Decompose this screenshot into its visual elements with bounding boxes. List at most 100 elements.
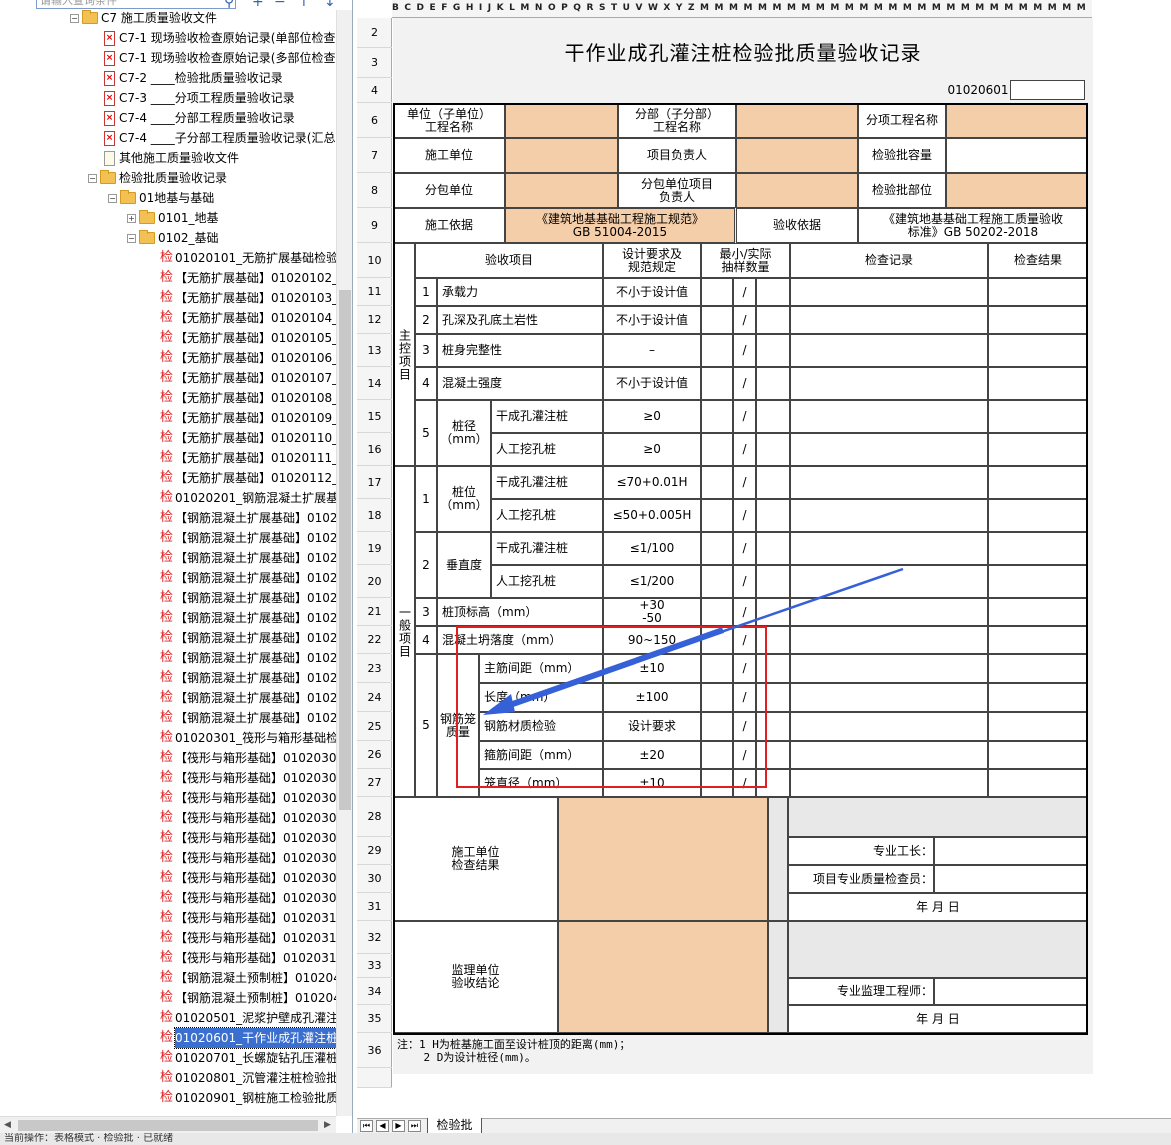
- sub-pm-input[interactable]: [736, 173, 858, 208]
- item-name-input[interactable]: [946, 103, 1088, 138]
- tree-node[interactable]: 检【筏形与箱形基础】01020308: [160, 868, 344, 888]
- tree-node[interactable]: 检【筏形与箱形基础】01020310: [160, 908, 344, 928]
- tree-node[interactable]: 检【钢筋混凝土预制桩】010204: [160, 968, 341, 988]
- tree-node[interactable]: 检【钢筋混凝土扩展基础】0102: [160, 648, 338, 668]
- location-input[interactable]: [946, 173, 1088, 208]
- row-number[interactable]: 23: [357, 654, 392, 683]
- tree-node[interactable]: 检【钢筋混凝土扩展基础】0102: [160, 708, 338, 728]
- tree-node[interactable]: × C7-1 现场验收检查原始记录(多部位检查: [104, 48, 335, 68]
- tree-node[interactable]: − 检验批质量验收记录: [88, 168, 227, 188]
- basis-value[interactable]: 《建筑地基基础工程施工规范》 GB 51004-2015: [505, 208, 735, 243]
- collapse-icon[interactable]: −: [70, 13, 79, 23]
- tree-node[interactable]: 检【筏形与箱形基础】01020304: [160, 788, 344, 808]
- tree-node[interactable]: 检【筏形与箱形基础】01020302: [160, 748, 344, 768]
- row-number[interactable]: 19: [357, 532, 392, 565]
- tree-node[interactable]: 检【钢筋混凝土扩展基础】0102: [160, 588, 338, 608]
- row-number[interactable]: 22: [357, 626, 392, 654]
- tree-node[interactable]: 检 01020901_钢桩施工检验批质量: [160, 1088, 350, 1108]
- row-number[interactable]: 15: [357, 400, 392, 433]
- tree-node[interactable]: 检【无筋扩展基础】01020110_ž: [160, 428, 344, 448]
- tree-node[interactable]: 其他施工质量验收文件: [104, 148, 239, 168]
- tree-node[interactable]: − C7 施工质量验收文件: [70, 8, 217, 28]
- tree-node[interactable]: 检 01020801_沉管灌注桩检验批: [160, 1068, 338, 1088]
- row-number[interactable]: 7: [357, 138, 392, 173]
- tree-node[interactable]: 检【无筋扩展基础】01020107_无: [160, 368, 350, 388]
- move-up-icon[interactable]: ↑: [298, 0, 310, 9]
- row-number[interactable]: 17: [357, 466, 392, 499]
- tree-node[interactable]: − 01地基与基础: [108, 188, 214, 208]
- row-number[interactable]: 27: [357, 769, 392, 797]
- construction-result-input[interactable]: [558, 797, 768, 921]
- row-number[interactable]: 16: [357, 433, 392, 466]
- scroll-right-icon[interactable]: ▶: [324, 1120, 331, 1130]
- tree-node[interactable]: 检【无筋扩展基础】01020105_足: [160, 328, 350, 348]
- minus-icon[interactable]: −: [274, 0, 286, 9]
- tree-node[interactable]: 检【钢筋混凝土扩展基础】0102: [160, 608, 338, 628]
- move-down-icon[interactable]: ↓: [324, 0, 336, 9]
- tree-node[interactable]: 检【钢筋混凝土扩展基础】0102: [160, 688, 338, 708]
- tree-node[interactable]: 检【无筋扩展基础】01020106_杜: [160, 348, 350, 368]
- tree-node[interactable]: × C7-3 ____分项工程质量验收记录: [104, 88, 295, 108]
- tree-node[interactable]: 检【钢筋混凝土扩展基础】0102: [160, 548, 338, 568]
- tree-node[interactable]: 检【筏形与箱形基础】01020309: [160, 888, 344, 908]
- tree-node[interactable]: 检【无筋扩展基础】01020112_ž: [160, 468, 344, 488]
- tree-node[interactable]: 检【筏形与箱形基础】01020306: [160, 828, 344, 848]
- row-number[interactable]: [357, 1068, 392, 1088]
- row-number[interactable]: 29: [357, 837, 392, 865]
- tree-node[interactable]: 检【钢筋混凝土扩展基础】0102: [160, 668, 338, 688]
- tree-node[interactable]: 检【钢筋混凝土扩展基础】0102: [160, 628, 338, 648]
- row-number[interactable]: 4: [357, 78, 392, 103]
- tree-node[interactable]: 检【钢筋混凝土扩展基础】0102: [160, 568, 338, 588]
- first-sheet-icon[interactable]: ⏮: [360, 1120, 373, 1132]
- expand-icon[interactable]: +: [127, 213, 136, 223]
- pm-input[interactable]: [736, 138, 858, 173]
- tree-node[interactable]: 检 01020101_无筋扩展基础检验批: [160, 248, 350, 268]
- row-number[interactable]: 32: [357, 921, 392, 954]
- row-number[interactable]: 24: [357, 683, 392, 712]
- row-number[interactable]: 28: [357, 797, 392, 837]
- row-number[interactable]: 6: [357, 103, 392, 138]
- collapse-icon[interactable]: −: [127, 233, 136, 243]
- add-icon[interactable]: +: [252, 0, 264, 9]
- tree-node[interactable]: +0101_地基: [127, 208, 219, 228]
- row-number[interactable]: 10: [357, 243, 392, 278]
- tree-node[interactable]: 检【筏形与箱形基础】01020303: [160, 768, 344, 788]
- row-number[interactable]: 25: [357, 712, 392, 741]
- tree-node[interactable]: 检 01020301_筏形与箱形基础检验: [160, 728, 350, 748]
- tree-node[interactable]: 检【无筋扩展基础】01020103_ž: [160, 288, 344, 308]
- scrollbar-thumb[interactable]: [18, 1120, 318, 1131]
- tree-node[interactable]: 检【钢筋混凝土扩展基础】0102: [160, 528, 338, 548]
- tree-node[interactable]: 检【筏形与箱形基础】01020311: [160, 928, 344, 948]
- prev-sheet-icon[interactable]: ◀: [376, 1120, 389, 1132]
- tree-node[interactable]: 检【筏形与箱形基础】01020312: [160, 948, 344, 968]
- tree-node[interactable]: − 0102_基础: [127, 228, 219, 248]
- tree-node[interactable]: × C7-2 ____检验批质量验收记录: [104, 68, 283, 88]
- scroll-left-icon[interactable]: ◀: [4, 1120, 11, 1130]
- row-number[interactable]: 33: [357, 954, 392, 978]
- scrollbar-thumb[interactable]: [339, 290, 351, 810]
- tree-node[interactable]: 检【钢筋混凝土预制桩】010204: [160, 988, 341, 1008]
- tree-node[interactable]: 检【无筋扩展基础】01020102_无: [160, 268, 350, 288]
- row-number[interactable]: 9: [357, 208, 392, 243]
- search-icon[interactable]: ⚲: [224, 0, 234, 9]
- row-number[interactable]: 26: [357, 741, 392, 769]
- tree-node[interactable]: 检【钢筋混凝土扩展基础】0102: [160, 508, 338, 528]
- construction-unit-input[interactable]: [505, 138, 618, 173]
- row-number[interactable]: 30: [357, 865, 392, 893]
- collapse-icon[interactable]: −: [108, 193, 117, 203]
- tree-node[interactable]: 检【无筋扩展基础】01020111_毛: [160, 448, 350, 468]
- row-number[interactable]: 12: [357, 306, 392, 334]
- tree-vertical-scrollbar[interactable]: [336, 10, 352, 1116]
- row-number[interactable]: 20: [357, 565, 392, 598]
- row-number[interactable]: 35: [357, 1005, 392, 1033]
- tree-node[interactable]: 检 01020601_干作业成孔灌注桩: [160, 1027, 340, 1049]
- row-number[interactable]: 21: [357, 598, 392, 626]
- tree-node[interactable]: × C7-4 ____子分部工程质量验收记录(汇总: [104, 128, 335, 148]
- row-number[interactable]: 2: [357, 18, 392, 48]
- row-number[interactable]: 8: [357, 173, 392, 208]
- subcontractor-input[interactable]: [505, 173, 618, 208]
- tree-node[interactable]: 检 01020701_长螺旋钻孔压灌桩: [160, 1048, 338, 1068]
- row-number[interactable]: 31: [357, 893, 392, 921]
- collapse-icon[interactable]: −: [88, 173, 97, 183]
- row-number[interactable]: 11: [357, 278, 392, 306]
